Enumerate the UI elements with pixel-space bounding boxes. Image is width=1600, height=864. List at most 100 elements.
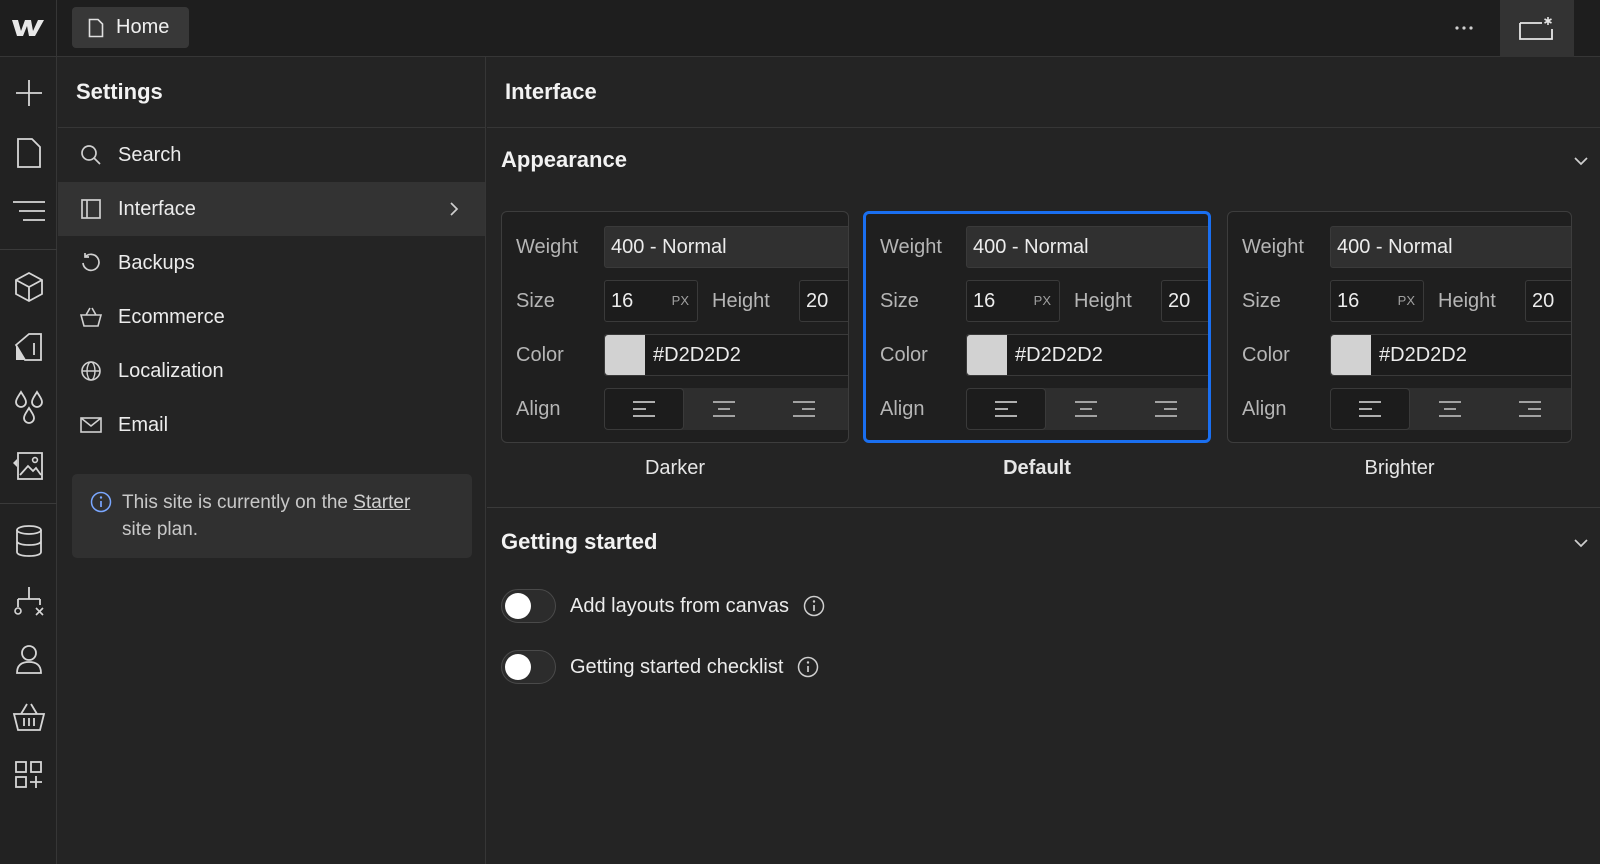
variables-drops-icon[interactable]: [0, 383, 57, 431]
getting-started-checklist-toggle[interactable]: [501, 650, 556, 684]
theme-card-default[interactable]: Weight 400 - Normal Size 16 PX Height 20 …: [863, 211, 1211, 443]
align-right-icon[interactable]: [1126, 388, 1206, 430]
add-layouts-toggle[interactable]: [501, 589, 556, 623]
color-label: Color: [516, 344, 564, 366]
align-left-icon[interactable]: [966, 388, 1046, 430]
nav-label: Localization: [118, 359, 224, 382]
cms-database-icon[interactable]: [0, 517, 57, 565]
nav-label: Search: [118, 143, 182, 166]
site-plan-note: This site is currently on the Starter si…: [72, 474, 472, 558]
webflow-logo-icon[interactable]: [0, 0, 57, 56]
align-toggle-group: [604, 388, 848, 430]
settings-panel: Settings Search Interface Backups Ecomme…: [58, 57, 486, 864]
plan-note-text: This site is currently on the Starter si…: [122, 492, 411, 540]
theme-name-darker: Darker: [644, 457, 705, 479]
align-toggle-group: [1330, 388, 1571, 430]
size-input[interactable]: 16 PX: [1330, 280, 1424, 322]
interface-settings: Interface Appearance Weight 400 - Normal…: [487, 57, 1600, 864]
apps-icon[interactable]: [0, 751, 57, 799]
navigator-icon[interactable]: [0, 187, 57, 235]
color-input[interactable]: #D2D2D2: [604, 334, 848, 376]
theme-name-brighter: Brighter: [1364, 457, 1435, 479]
globe-icon: [81, 361, 101, 381]
page-selector-button[interactable]: Home: [72, 7, 189, 48]
weight-select[interactable]: 400 - Normal: [966, 226, 1208, 268]
weight-label: Weight: [516, 236, 578, 258]
height-label: Height: [1074, 290, 1132, 312]
height-input[interactable]: 20: [799, 280, 848, 322]
ecommerce-basket-icon[interactable]: [0, 693, 57, 741]
size-label: Size: [1242, 290, 1281, 312]
align-toggle-group: [966, 388, 1208, 430]
style-selectors-icon[interactable]: [0, 323, 57, 371]
weight-select[interactable]: 400 - Normal: [1330, 226, 1571, 268]
height-input[interactable]: 20: [1525, 280, 1571, 322]
align-center-icon[interactable]: [684, 388, 764, 430]
toggle-label: Add layouts from canvas: [570, 594, 789, 617]
align-label: Align: [880, 398, 925, 420]
theme-card-darker[interactable]: Weight 400 - Normal Size 16 PX Height 20 …: [501, 211, 849, 443]
settings-nav-interface[interactable]: Interface: [58, 182, 485, 236]
color-label: Color: [880, 344, 928, 366]
theme-card-brighter[interactable]: Weight 400 - Normal Size 16 PX Height 20 …: [1227, 211, 1572, 443]
toggle-knob: [505, 593, 531, 619]
left-toolbar: [0, 57, 57, 864]
settings-nav-localization[interactable]: Localization: [58, 344, 485, 398]
align-center-icon[interactable]: [1410, 388, 1490, 430]
starter-plan-link[interactable]: Starter: [353, 492, 410, 513]
settings-nav-ecommerce[interactable]: Ecommerce: [58, 290, 485, 344]
preview-icon[interactable]: [1500, 0, 1574, 57]
logic-flow-icon[interactable]: [0, 577, 57, 625]
nav-label: Interface: [118, 197, 196, 220]
search-icon: [81, 145, 101, 165]
restore-icon: [82, 253, 100, 272]
nav-label: Ecommerce: [118, 305, 225, 328]
color-input[interactable]: #D2D2D2: [966, 334, 1208, 376]
color-label: Color: [1242, 344, 1290, 366]
height-label: Height: [1438, 290, 1496, 312]
basket-icon: [80, 307, 102, 327]
align-right-icon[interactable]: [764, 388, 844, 430]
add-icon[interactable]: [0, 69, 57, 117]
mail-icon: [80, 417, 102, 433]
settings-title: Settings: [58, 57, 485, 128]
toggle-knob: [505, 654, 531, 680]
color-input[interactable]: #D2D2D2: [1330, 334, 1571, 376]
align-left-icon[interactable]: [604, 388, 684, 430]
assets-image-icon[interactable]: [0, 441, 57, 489]
align-center-icon[interactable]: [1046, 388, 1126, 430]
info-icon[interactable]: [797, 656, 819, 678]
height-input[interactable]: 20: [1161, 280, 1208, 322]
color-swatch[interactable]: [605, 335, 645, 375]
color-swatch[interactable]: [967, 335, 1007, 375]
settings-nav-search[interactable]: Search: [58, 128, 485, 182]
chevron-right-icon: [450, 202, 459, 216]
align-right-icon[interactable]: [1490, 388, 1570, 430]
align-label: Align: [1242, 398, 1287, 420]
appearance-heading: Appearance: [501, 147, 627, 172]
color-swatch[interactable]: [1331, 335, 1371, 375]
align-label: Align: [516, 398, 561, 420]
page-selector-label: Home: [116, 16, 170, 38]
chevron-down-icon[interactable]: [1573, 538, 1589, 548]
pages-icon[interactable]: [0, 129, 57, 177]
components-icon[interactable]: [0, 263, 57, 311]
page-title: Interface: [487, 57, 1600, 128]
info-icon[interactable]: [803, 595, 825, 617]
nav-label: Backups: [118, 251, 195, 274]
height-label: Height: [712, 290, 770, 312]
weight-label: Weight: [880, 236, 942, 258]
more-options-icon[interactable]: [1442, 10, 1486, 46]
users-icon[interactable]: [0, 635, 57, 683]
chevron-down-icon[interactable]: [1573, 156, 1589, 166]
info-icon: [90, 491, 112, 513]
settings-nav-backups[interactable]: Backups: [58, 236, 485, 290]
size-input[interactable]: 16 PX: [604, 280, 698, 322]
weight-label: Weight: [1242, 236, 1304, 258]
settings-nav-email[interactable]: Email: [58, 398, 485, 452]
weight-select[interactable]: 400 - Normal: [604, 226, 848, 268]
toggle-row-checklist: Getting started checklist: [501, 650, 819, 684]
top-bar: Home: [0, 0, 1600, 57]
size-input[interactable]: 16 PX: [966, 280, 1060, 322]
align-left-icon[interactable]: [1330, 388, 1410, 430]
